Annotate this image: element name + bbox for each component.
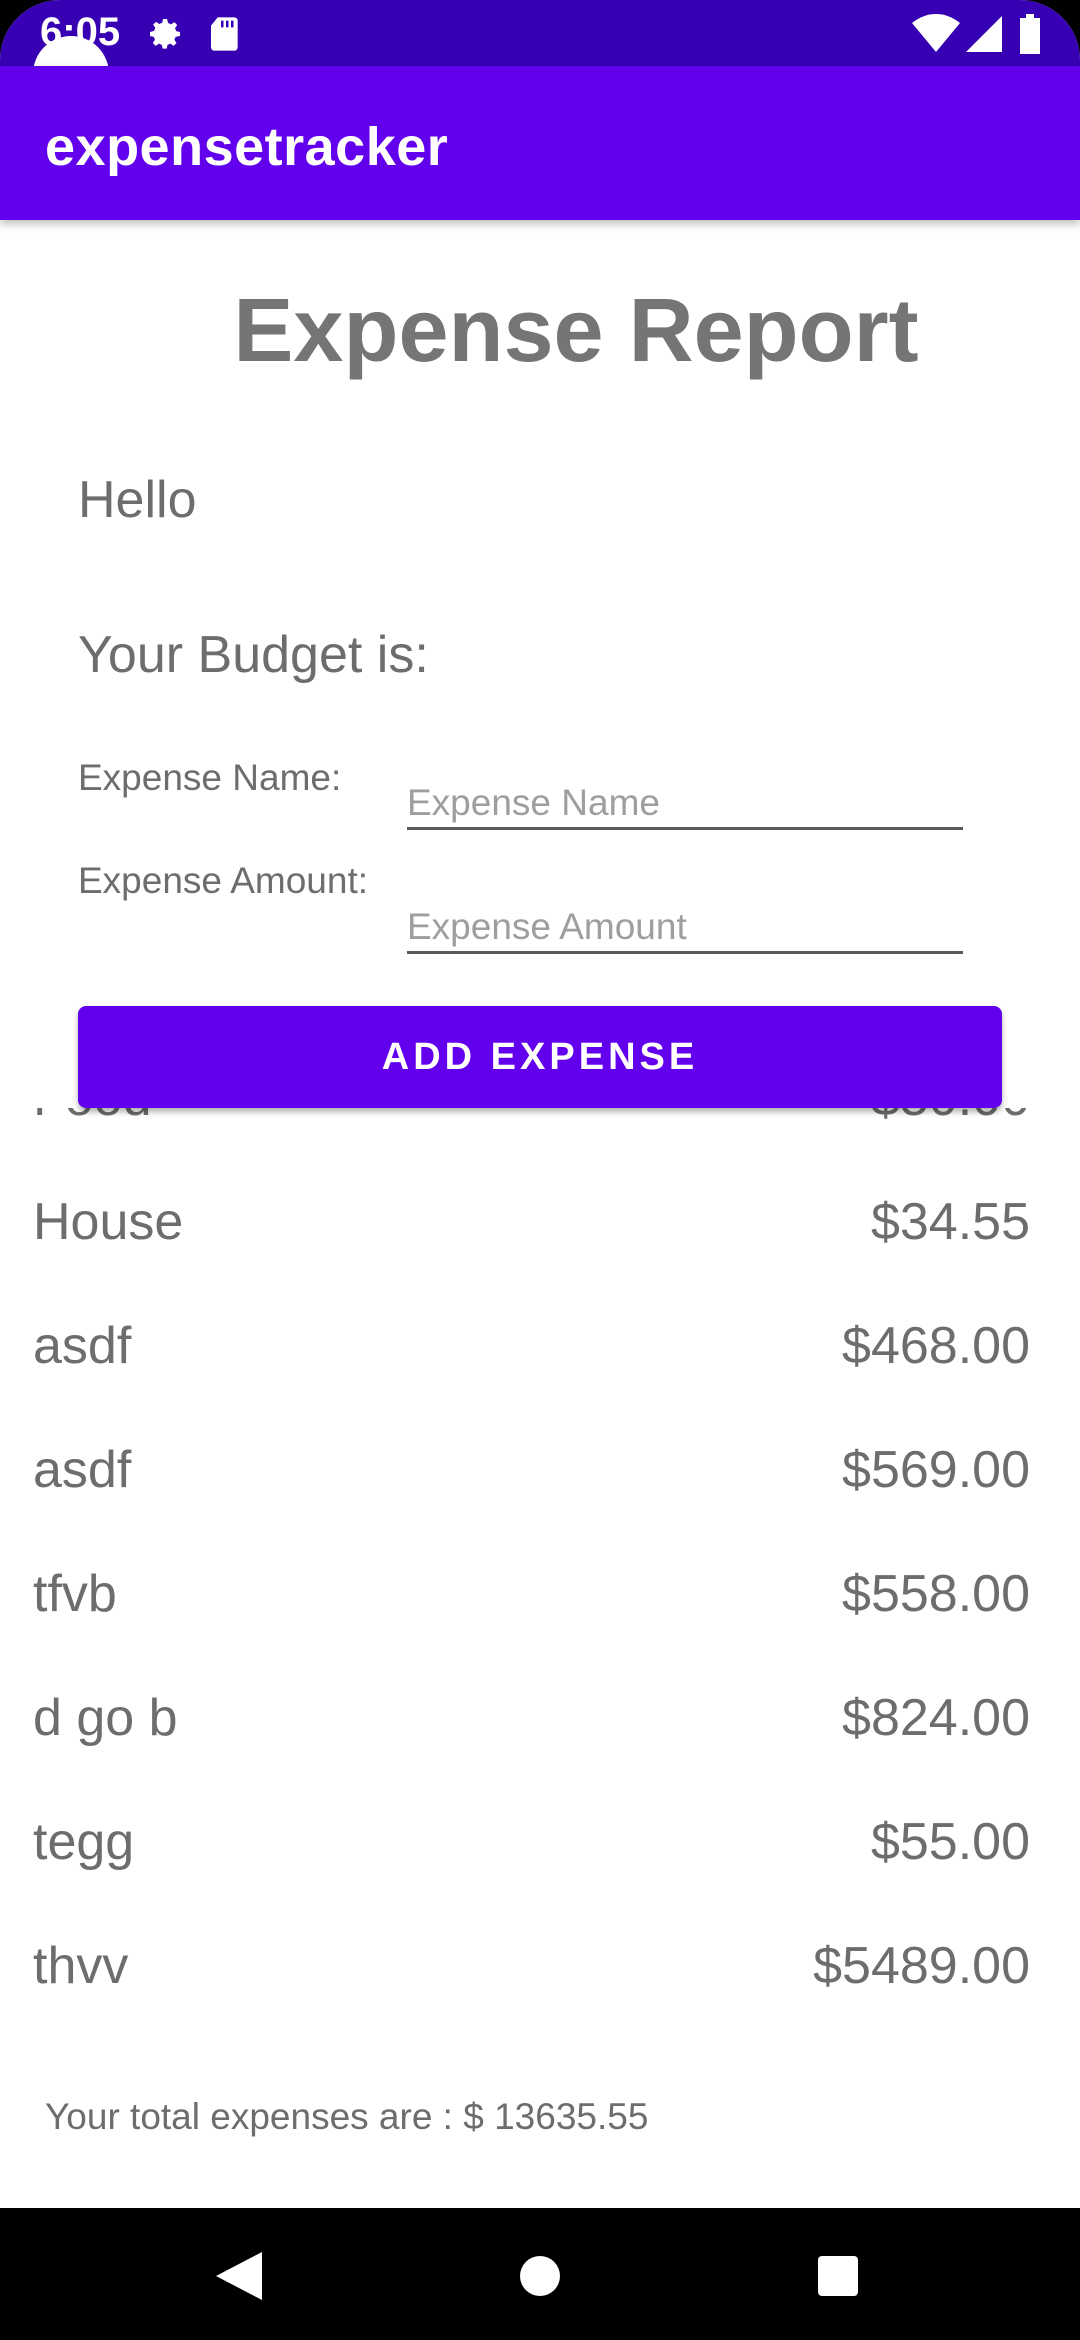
expense-item-amount: $468.00 xyxy=(842,1317,1030,1375)
recents-icon[interactable] xyxy=(818,2256,858,2301)
list-item[interactable]: asdf $569.00 xyxy=(0,1410,1080,1534)
total-expenses-text: Your total expenses are : $ 13635.55 xyxy=(45,2096,649,2137)
list-item[interactable]: Food $50.00 xyxy=(0,1108,1080,1162)
list-item[interactable]: asdf $468.00 xyxy=(0,1286,1080,1410)
expense-item-name: asdf xyxy=(33,1441,132,1499)
expense-item-name: thvv xyxy=(33,1937,129,1995)
expense-item-name: d go b xyxy=(33,1689,178,1747)
expense-item-amount: $50.00 xyxy=(871,1108,1030,1128)
app-bar: expensetracker xyxy=(0,66,1080,220)
expense-name-label: Expense Name: xyxy=(78,757,342,798)
screen: 6:05 expensetracker Expense Report Hello… xyxy=(0,0,1080,2340)
expense-item-amount: $824.00 xyxy=(842,1689,1030,1747)
expense-amount-input[interactable] xyxy=(407,884,963,951)
expense-list[interactable]: Food $50.00 House $34.55 asdf $468.00 as… xyxy=(0,1108,1080,2068)
page-title: Expense Report xyxy=(233,281,919,381)
gear-icon xyxy=(145,14,185,54)
expense-amount-label: Expense Amount: xyxy=(78,860,369,901)
expense-item-amount: $558.00 xyxy=(842,1565,1030,1623)
greeting-text: Hello xyxy=(78,471,197,529)
list-item[interactable]: tfvb $558.00 xyxy=(0,1534,1080,1658)
list-item[interactable]: d go b $824.00 xyxy=(0,1658,1080,1782)
expense-item-name: asdf xyxy=(33,1317,132,1375)
expense-item-name: tfvb xyxy=(33,1565,117,1623)
back-icon[interactable] xyxy=(216,2252,262,2305)
home-icon[interactable] xyxy=(520,2256,560,2301)
expense-item-name: House xyxy=(33,1193,184,1251)
expense-item-name: tegg xyxy=(33,1813,135,1871)
add-expense-button[interactable]: ADD EXPENSE xyxy=(78,1006,1002,1108)
list-item[interactable]: thvv $5489.00 xyxy=(0,1906,1080,2030)
expense-item-amount: $34.55 xyxy=(870,1193,1030,1251)
app-title: expensetracker xyxy=(45,117,449,177)
expense-item-amount: $569.00 xyxy=(842,1441,1030,1499)
expense-item-name: Food xyxy=(33,1108,152,1128)
expense-name-field[interactable] xyxy=(407,760,963,830)
wifi-icon xyxy=(912,14,960,54)
expense-amount-field[interactable] xyxy=(407,884,963,954)
navigation-bar xyxy=(0,2208,1080,2340)
list-item[interactable]: House $34.55 xyxy=(0,1162,1080,1286)
budget-label: Your Budget is: xyxy=(78,626,429,684)
battery-icon xyxy=(1018,14,1042,54)
sd-card-icon xyxy=(206,14,246,54)
expense-item-amount: $55.00 xyxy=(870,1813,1030,1871)
status-bar: 6:05 xyxy=(0,0,1080,66)
expense-item-amount: $5489.00 xyxy=(813,1937,1030,1995)
expense-name-input[interactable] xyxy=(407,760,963,827)
signal-icon xyxy=(966,14,1006,54)
list-item[interactable]: tegg $55.00 xyxy=(0,1782,1080,1906)
